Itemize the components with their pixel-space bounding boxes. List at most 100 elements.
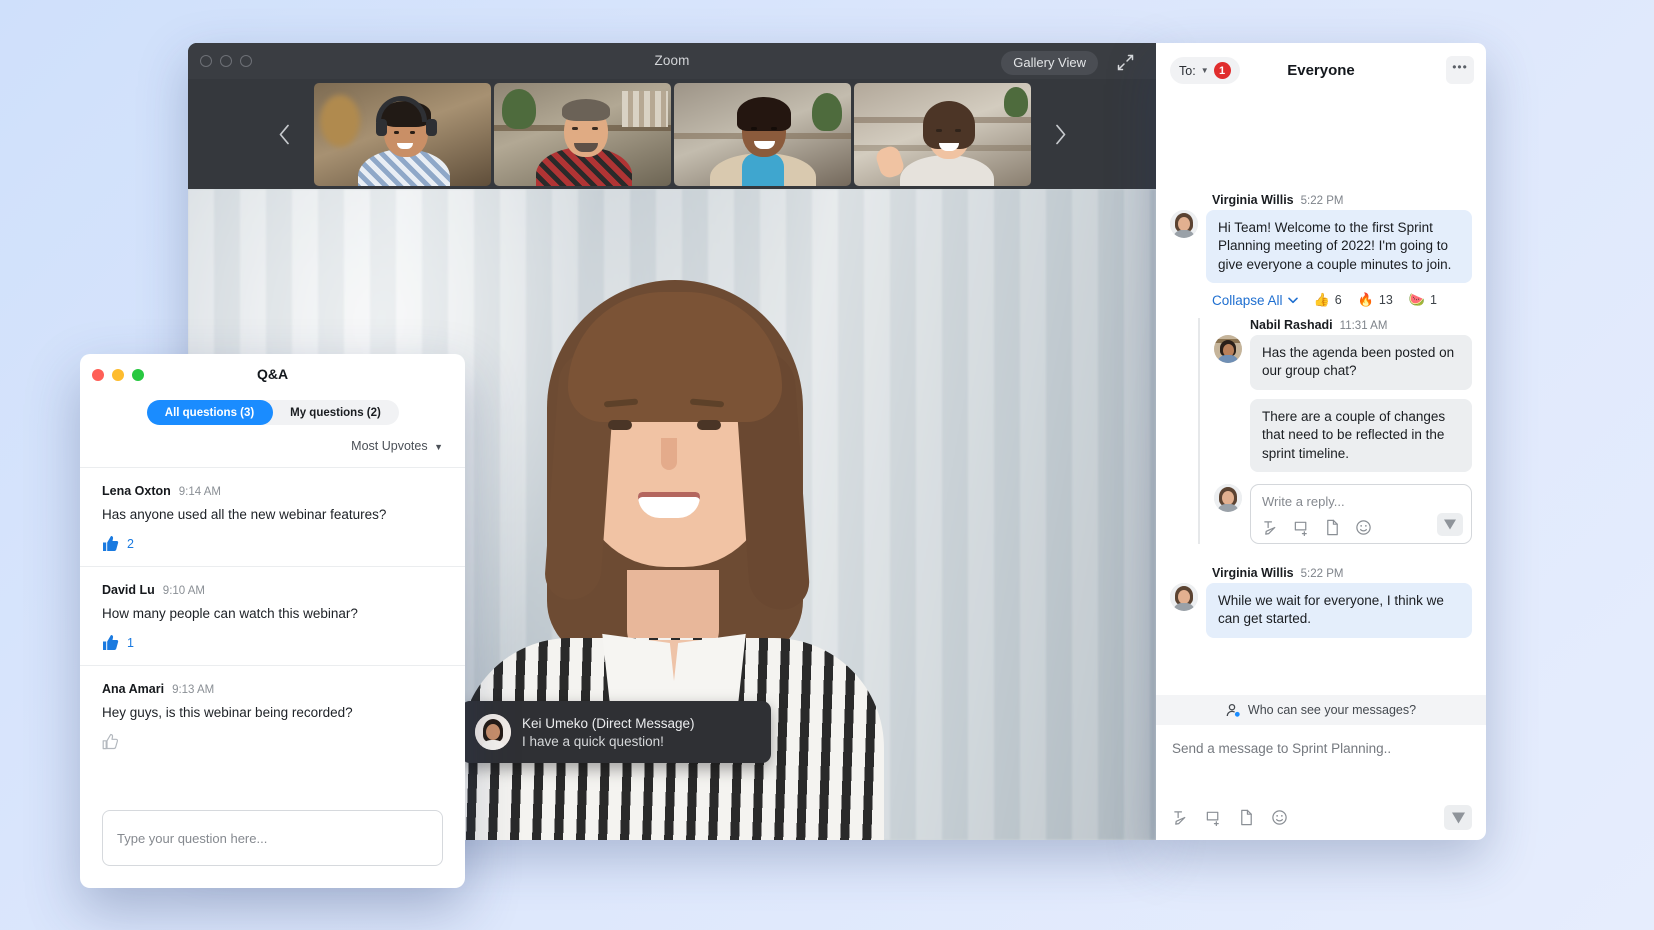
thumbs-up-icon [102,634,119,651]
more-options-icon[interactable]: ••• [1446,56,1474,84]
qa-question-item: Lena Oxton 9:14 AM Has anyone used all t… [80,467,465,566]
message-author: Virginia Willis [1212,566,1294,580]
dm-message-text: I have a quick question! [522,734,695,749]
message-meta: Virginia Willis 5:22 PM [1212,566,1472,580]
thumbs-up-reaction[interactable]: 👍 6 [1314,292,1342,308]
participant-tile-1[interactable] [314,83,491,186]
chat-to-badge: 1 [1214,62,1231,79]
qa-time: 9:10 AM [163,585,205,597]
chat-message-list[interactable]: Virginia Willis 5:22 PM Hi Team! Welcome… [1156,98,1486,695]
thread-bubble: Has the agenda been posted on our group … [1250,335,1472,390]
qa-author: Ana Amari [102,682,164,696]
qa-question-input[interactable]: Type your question here... [102,810,443,866]
chevron-down-icon: ▼ [1201,66,1209,75]
thread-reply-row: Write a reply... [1214,484,1472,544]
dm-avatar [475,714,511,750]
qa-time: 9:14 AM [179,486,221,498]
participant-tile-3[interactable] [674,83,851,186]
chat-to-label: To: [1179,64,1196,78]
qa-author: David Lu [102,583,155,597]
message-author: Virginia Willis [1212,193,1294,207]
emoji-icon[interactable] [1271,809,1288,826]
qa-time: 9:13 AM [172,684,214,696]
qa-question-text: How many people can watch this webinar? [102,606,443,621]
file-icon[interactable] [1324,519,1341,536]
participant-tile-2[interactable] [494,83,671,186]
fullscreen-icon[interactable] [1113,51,1138,73]
tab-my-questions[interactable]: My questions (2) [273,400,399,425]
chat-recipient-selector[interactable]: To: ▼ 1 [1170,57,1240,84]
qa-titlebar: Q&A [80,354,465,396]
chat-message: Virginia Willis 5:22 PM While we wait fo… [1156,566,1486,638]
fire-reaction[interactable]: 🔥 13 [1358,292,1393,308]
qa-upvote-button[interactable]: 1 [102,634,443,651]
qa-sort-dropdown[interactable]: Most Upvotes ▼ [80,439,443,453]
message-meta: Virginia Willis 5:22 PM [1212,193,1472,207]
avatar [1214,484,1242,512]
avatar [1170,210,1198,238]
qa-question-list: Lena Oxton 9:14 AM Has anyone used all t… [80,467,465,802]
watermelon-reaction[interactable]: 🍉 1 [1409,292,1437,308]
qa-upvote-button[interactable] [102,733,443,750]
qa-upvote-button[interactable]: 2 [102,535,443,552]
thumbs-up-icon [102,535,119,552]
collapse-all-label: Collapse All [1212,293,1283,308]
reply-placeholder: Write a reply... [1262,494,1460,509]
reaction-count: 1 [1430,293,1437,307]
direct-message-toast[interactable]: Kei Umeko (Direct Message) I have a quic… [461,701,771,763]
message-thread: Nabil Rashadi 11:31 AM Has the agenda be… [1198,318,1472,544]
dm-sender-name: Kei Umeko (Direct Message) [522,716,695,731]
qa-title: Q&A [80,366,465,382]
format-text-icon[interactable] [1262,519,1279,536]
message-reaction-bar: Collapse All 👍 6 🔥 13 🍉 1 [1212,292,1472,308]
avatar [1214,335,1242,363]
participant-tile-4[interactable] [854,83,1031,186]
chevron-left-icon[interactable] [270,120,298,148]
file-icon[interactable] [1238,809,1255,826]
qa-input-placeholder: Type your question here... [117,831,267,846]
qa-question-text: Hey guys, is this webinar being recorded… [102,705,443,720]
qa-sort-label: Most Upvotes [351,439,427,453]
window-titlebar: Zoom Gallery View [188,43,1156,79]
gallery-view-button[interactable]: Gallery View [1001,51,1098,75]
message-bubble: Hi Team! Welcome to the first Sprint Pla… [1206,210,1472,283]
thread-meta: Nabil Rashadi 11:31 AM [1250,318,1472,332]
qa-question-meta: Lena Oxton 9:14 AM [102,484,443,498]
watermelon-emoji: 🍉 [1409,292,1425,308]
qa-upvote-count: 2 [127,537,134,551]
send-icon[interactable] [1444,805,1472,830]
thread-bubble: There are a couple of changes that need … [1250,399,1472,472]
who-can-see-label: Who can see your messages? [1248,703,1416,717]
thread-reply-input[interactable]: Write a reply... [1250,484,1472,544]
chevron-right-icon[interactable] [1046,120,1074,148]
person-privacy-icon [1226,703,1241,718]
reaction-count: 13 [1379,293,1393,307]
format-text-icon[interactable] [1172,809,1189,826]
chevron-down-icon [1288,297,1298,304]
qa-question-item: David Lu 9:10 AM How many people can wat… [80,566,465,665]
chat-panel: To: ▼ 1 Everyone ••• Virginia Willis 5:2… [1156,43,1486,840]
emoji-icon[interactable] [1355,519,1372,536]
thread-time: 11:31 AM [1340,320,1388,332]
collapse-all-button[interactable]: Collapse All [1212,293,1298,308]
composer-placeholder: Send a message to Sprint Planning.. [1172,741,1470,756]
message-bubble: While we wait for everyone, I think we c… [1206,583,1472,638]
qa-window: Q&A All questions (3) My questions (2) M… [80,354,465,888]
fire-emoji: 🔥 [1358,292,1374,308]
qa-tabs: All questions (3) My questions (2) [147,400,399,425]
chat-panel-header: To: ▼ 1 Everyone ••• [1156,43,1486,98]
tab-all-questions[interactable]: All questions (3) [147,400,273,425]
avatar [1170,583,1198,611]
chat-composer[interactable]: Send a message to Sprint Planning.. [1156,725,1486,840]
reaction-count: 6 [1335,293,1342,307]
who-can-see-messages-link[interactable]: Who can see your messages? [1156,695,1486,725]
chat-message: Virginia Willis 5:22 PM Hi Team! Welcome… [1156,193,1486,544]
qa-question-meta: David Lu 9:10 AM [102,583,443,597]
send-icon[interactable] [1437,513,1463,536]
chevron-down-icon: ▼ [434,442,443,452]
qa-question-item: Ana Amari 9:13 AM Hey guys, is this webi… [80,665,465,764]
participant-filmstrip [188,79,1156,189]
screenshot-icon[interactable] [1205,809,1222,826]
qa-question-meta: Ana Amari 9:13 AM [102,682,443,696]
screenshot-icon[interactable] [1293,519,1310,536]
